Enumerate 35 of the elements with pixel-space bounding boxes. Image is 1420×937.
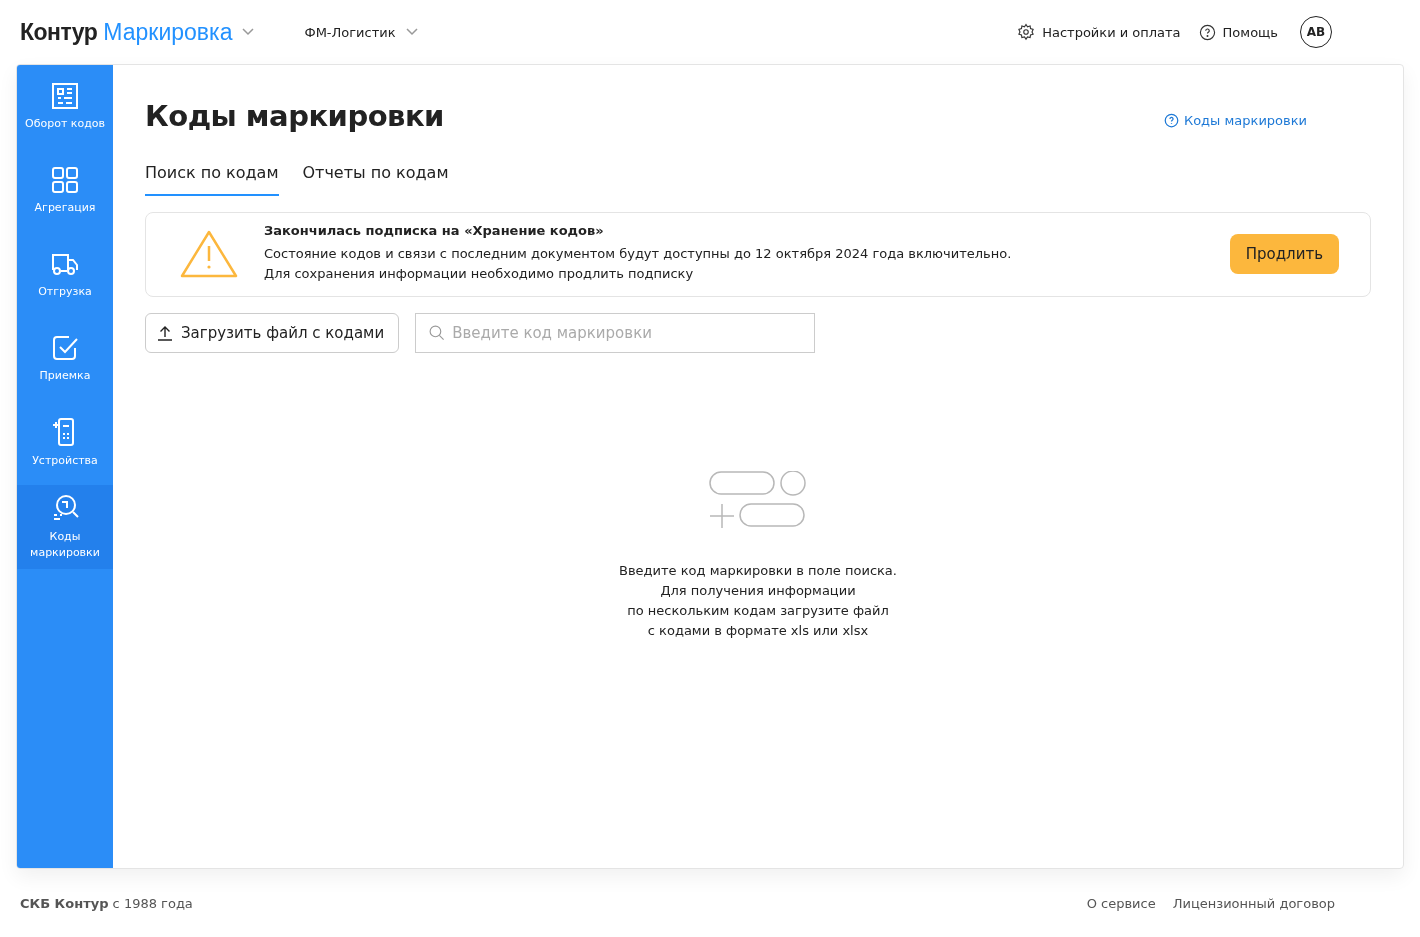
help-icon: [1163, 112, 1179, 128]
header-link[interactable]: Помощь: [1198, 23, 1278, 41]
sidebar-item-label: Оборот кодов: [25, 116, 105, 132]
empty-state-text: Введите код маркировки в поле поиска. Для получения информации по нескольким кодам загрузите файл с кодами в формате xls или xlsx: [619, 561, 897, 640]
footer-link[interactable]: О сервисе: [1086, 895, 1156, 911]
footer-link[interactable]: Лицензионный договор: [1172, 895, 1335, 911]
chevron-down-icon[interactable]: [405, 28, 418, 36]
sidebar-item[interactable]: Коды маркировки: [17, 485, 113, 569]
header-link-label[interactable]: Настройки и оплата: [1042, 24, 1181, 40]
settings-icon: [1017, 23, 1036, 41]
checkbox-icon: [51, 334, 79, 362]
upload-button[interactable]: Загрузить файл с кодами: [145, 313, 400, 353]
tab[interactable]: Отчеты по кодам: [302, 163, 449, 196]
organization-selector[interactable]: ФМ-Логистик: [304, 24, 396, 40]
grid-icon: [51, 166, 79, 194]
header-link[interactable]: Настройки и оплата: [1017, 23, 1181, 41]
upload-icon: [157, 325, 173, 341]
header-link-label[interactable]: Помощь: [1222, 24, 1278, 40]
help-icon: [1198, 23, 1216, 41]
alert-title: Закончилась подписка на «Хранение кодов»: [264, 223, 605, 238]
tab[interactable]: Поиск по кодам: [145, 163, 279, 196]
page-title: Коды маркировки: [145, 99, 444, 133]
sidebar-item-label: Агрегация: [34, 200, 96, 216]
alert-text: Состояние кодов и связи с последним документом будут доступны до 12 октября 2024 года включительно. Для сохранения информации необходимо продлить подписку: [264, 245, 1013, 283]
copyright-text: СКБ Контур с 1988 года: [20, 895, 193, 911]
sidebar-item-label: Устройства: [32, 453, 98, 469]
search-icon: [428, 324, 446, 341]
renew-button[interactable]: Продлить: [1229, 233, 1339, 274]
search-field[interactable]: Введите код маркировки: [415, 313, 816, 353]
warning-icon: [180, 228, 238, 279]
chevron-down-icon[interactable]: [242, 28, 255, 36]
sidebar-item-label: Отгрузка: [38, 284, 92, 300]
brand-logo-text[interactable]: Контур: [20, 18, 98, 46]
sidebar-item-label: Коды маркировки: [29, 529, 101, 561]
sidebar-item-label: Приемка: [39, 368, 91, 384]
